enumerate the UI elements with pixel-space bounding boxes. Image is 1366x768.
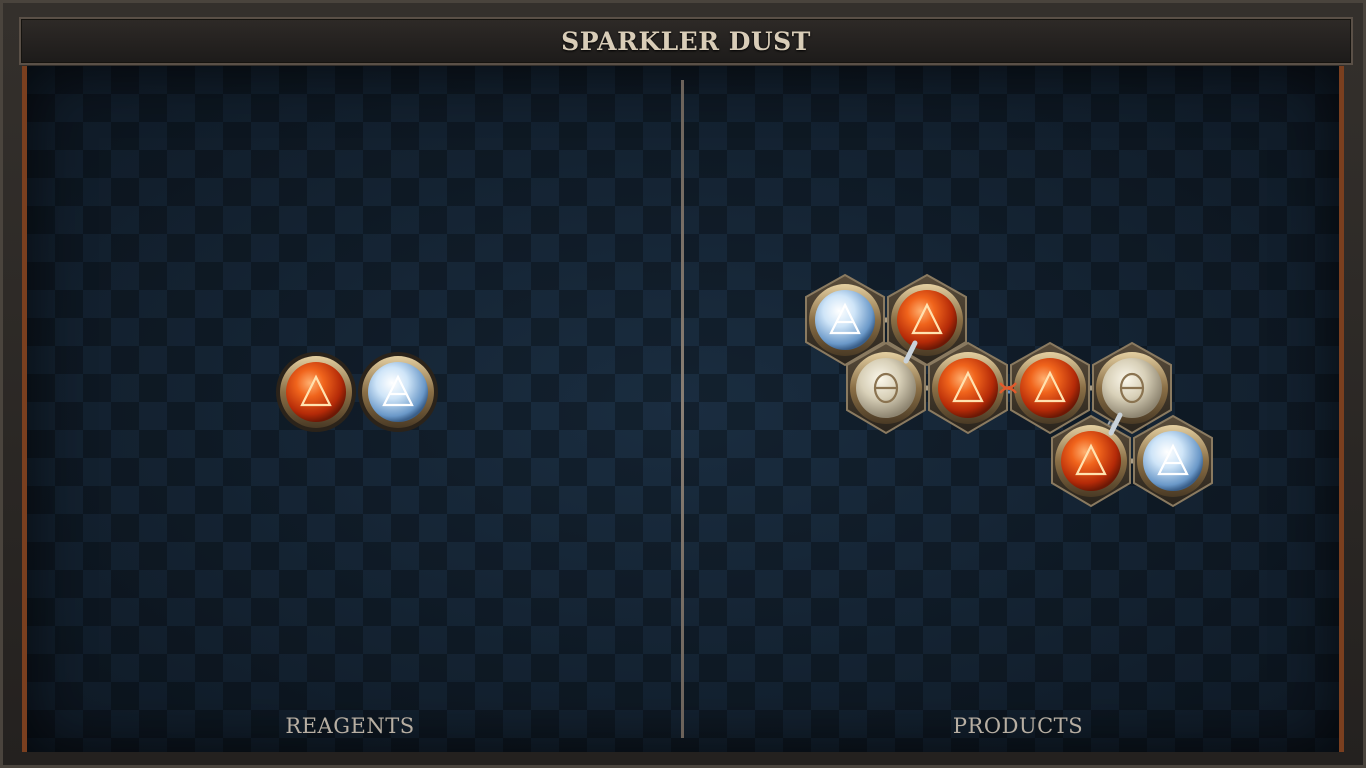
product-molecule-1 [805, 273, 1008, 435]
atom-fire [276, 352, 356, 432]
atom-fire [1051, 414, 1131, 508]
atom-salt [1092, 341, 1172, 435]
atom-air [358, 352, 438, 432]
atom-air [1133, 414, 1213, 508]
atom-fire [1010, 341, 1090, 435]
reagents-label: REAGENTS [285, 714, 415, 738]
molecule-layer [276, 273, 1213, 508]
products-label: PRODUCTS [952, 714, 1084, 738]
reagent-molecule [276, 352, 438, 432]
